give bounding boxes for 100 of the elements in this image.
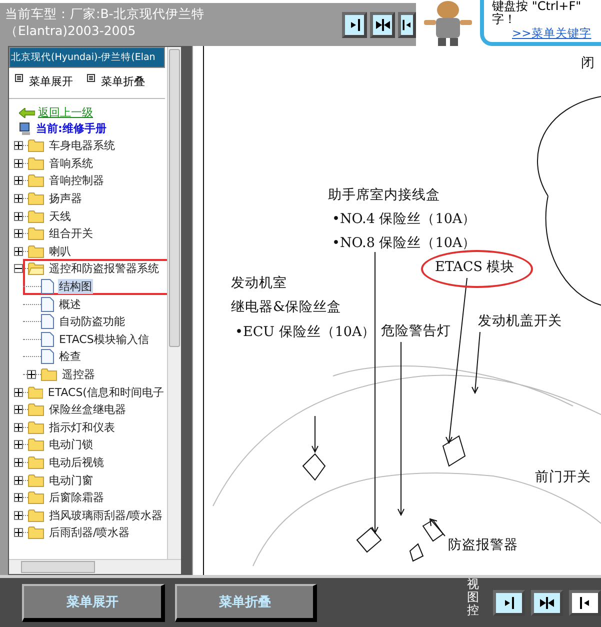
diagram-label: 继电器&保险丝盒	[231, 298, 342, 316]
view-button[interactable]	[569, 590, 601, 616]
expand-icon[interactable]	[14, 476, 23, 485]
horizontal-scrollbar[interactable]	[9, 559, 181, 574]
document-icon	[41, 332, 54, 347]
tree-item[interactable]: 指示灯和仪表	[48, 420, 116, 435]
vertical-scrollbar[interactable]	[167, 47, 181, 560]
expand-icon[interactable]	[14, 528, 23, 538]
diagram-label: 防盗报警器	[448, 536, 518, 554]
expand-icon[interactable]	[14, 194, 23, 204]
tree-item[interactable]: 结构图	[58, 279, 93, 294]
tree-item[interactable]: 保险丝盒继电器	[48, 402, 127, 418]
tree-item[interactable]: 电动门锁	[48, 437, 94, 452]
tree-item[interactable]: 组合开关	[48, 226, 94, 242]
expand-icon[interactable]	[14, 440, 23, 450]
expand-icon[interactable]	[14, 229, 23, 238]
document-icon	[41, 314, 54, 330]
diagram-label: 前门开关	[535, 468, 591, 486]
view-button[interactable]	[493, 590, 525, 616]
folder-icon	[28, 210, 44, 223]
view-button[interactable]	[342, 12, 367, 38]
folder-icon	[28, 420, 44, 434]
document-icon	[41, 349, 54, 364]
folder-icon	[28, 403, 44, 416]
diagram-label: •ECU 保险丝（10A）	[235, 323, 376, 341]
tree-item[interactable]: 天线	[48, 208, 72, 224]
folder-icon	[28, 474, 44, 487]
expand-icon[interactable]	[14, 388, 23, 397]
expand-icon[interactable]	[14, 458, 23, 467]
expand-icon[interactable]	[14, 405, 23, 414]
expand-icon[interactable]	[14, 141, 23, 150]
sidebar-header: 北京现代(Hyundai)-伊兰特(Elan	[9, 47, 165, 68]
folder-icon	[41, 368, 57, 382]
computer-icon	[19, 122, 33, 136]
expand-icon[interactable]	[14, 422, 23, 432]
leader-arrow	[429, 518, 446, 536]
tree-item[interactable]: 电动门窗	[48, 472, 94, 488]
view-button[interactable]	[398, 12, 416, 38]
view-control-label: 视图控	[467, 578, 479, 618]
expand-icon[interactable]	[14, 158, 23, 168]
diagram-label: 发动机室	[231, 274, 287, 292]
tree-item[interactable]: 音响控制器	[48, 173, 105, 188]
toolbar-item[interactable]: 菜单折叠	[101, 74, 145, 89]
toolbar-item[interactable]: 菜单展开	[29, 74, 73, 89]
leader-arrow	[312, 416, 318, 454]
document-icon	[41, 279, 54, 294]
arrows-inward-icon	[540, 596, 554, 608]
tree-item[interactable]: 遥控和防盗报警器系统	[48, 261, 160, 276]
folder-icon	[28, 244, 44, 258]
diagram-label: 助手席室内接线盒	[328, 186, 440, 204]
tree-item[interactable]: 后窗除霜器	[48, 490, 105, 506]
tree-item[interactable]: 挡风玻璃雨刮器/喷水器	[48, 508, 164, 523]
tree-item[interactable]: ETACS模块输入信	[58, 332, 150, 347]
folder-icon	[28, 438, 44, 452]
tree-item[interactable]: 自动防盗功能	[58, 314, 126, 330]
collapse-icon[interactable]	[14, 264, 23, 274]
folder-icon	[28, 174, 44, 188]
tree-item[interactable]: 后雨刮器/喷水器	[48, 525, 131, 540]
arrow-right-bar-icon	[502, 596, 516, 608]
diagram-label: •NO.8 保险丝（10A）	[332, 234, 476, 252]
vehicle-title: 当前车型：厂家:B-北京现代伊兰特（Elantra)2003-2005	[4, 5, 206, 40]
tree-item[interactable]: ETACS(信息和时间电子	[46, 384, 165, 400]
folder-icon	[28, 227, 44, 240]
current-location: 当前:维修手册	[36, 121, 106, 136]
view-button[interactable]	[370, 12, 395, 38]
expand-icon[interactable]	[14, 493, 23, 502]
tree-item[interactable]: 车身电器系统	[48, 138, 116, 154]
tree-item[interactable]: 遥控器	[61, 367, 96, 382]
tree-item[interactable]: 电动后视镜	[48, 454, 105, 470]
diagram-label: 闭	[581, 54, 595, 72]
diagram-label: 危险警告灯	[381, 322, 451, 340]
diagram-label: 发动机盖开关	[478, 312, 562, 330]
diagram-label: ETACS 模块	[435, 258, 515, 276]
arrow-left-bar-icon	[401, 18, 413, 30]
tree-item[interactable]: 扬声器	[48, 191, 83, 206]
arrows-inward-icon	[376, 18, 390, 30]
tree-item[interactable]: 概述	[58, 296, 82, 312]
folder-icon	[28, 192, 44, 206]
open-folder-icon	[28, 262, 44, 276]
tree-item[interactable]: 音响系统	[48, 156, 94, 171]
diagram-label: •NO.4 保险丝（10A）	[332, 210, 476, 228]
folder-icon	[28, 139, 44, 152]
folder-icon	[28, 156, 44, 170]
expand-icon[interactable]	[14, 510, 23, 520]
expand-icon[interactable]	[14, 246, 23, 256]
document-icon	[41, 296, 54, 312]
tip-text: 键盘按 "Ctrl+F" 字！	[492, 0, 582, 26]
keyword-link[interactable]: >>菜单关键字	[512, 26, 601, 41]
expand-icon[interactable]	[14, 176, 23, 186]
expand-icon[interactable]	[27, 370, 36, 380]
tree-item[interactable]: 喇叭	[48, 244, 72, 259]
leader-arrow	[472, 332, 480, 394]
list-icon	[15, 74, 23, 82]
folder-icon	[28, 386, 43, 399]
list-icon	[87, 74, 95, 82]
tree-item[interactable]: 检查	[58, 349, 82, 364]
view-button[interactable]	[531, 590, 563, 616]
folder-icon	[28, 508, 44, 522]
expand-icon[interactable]	[14, 212, 23, 221]
back-link[interactable]: 返回上一级	[38, 105, 93, 120]
